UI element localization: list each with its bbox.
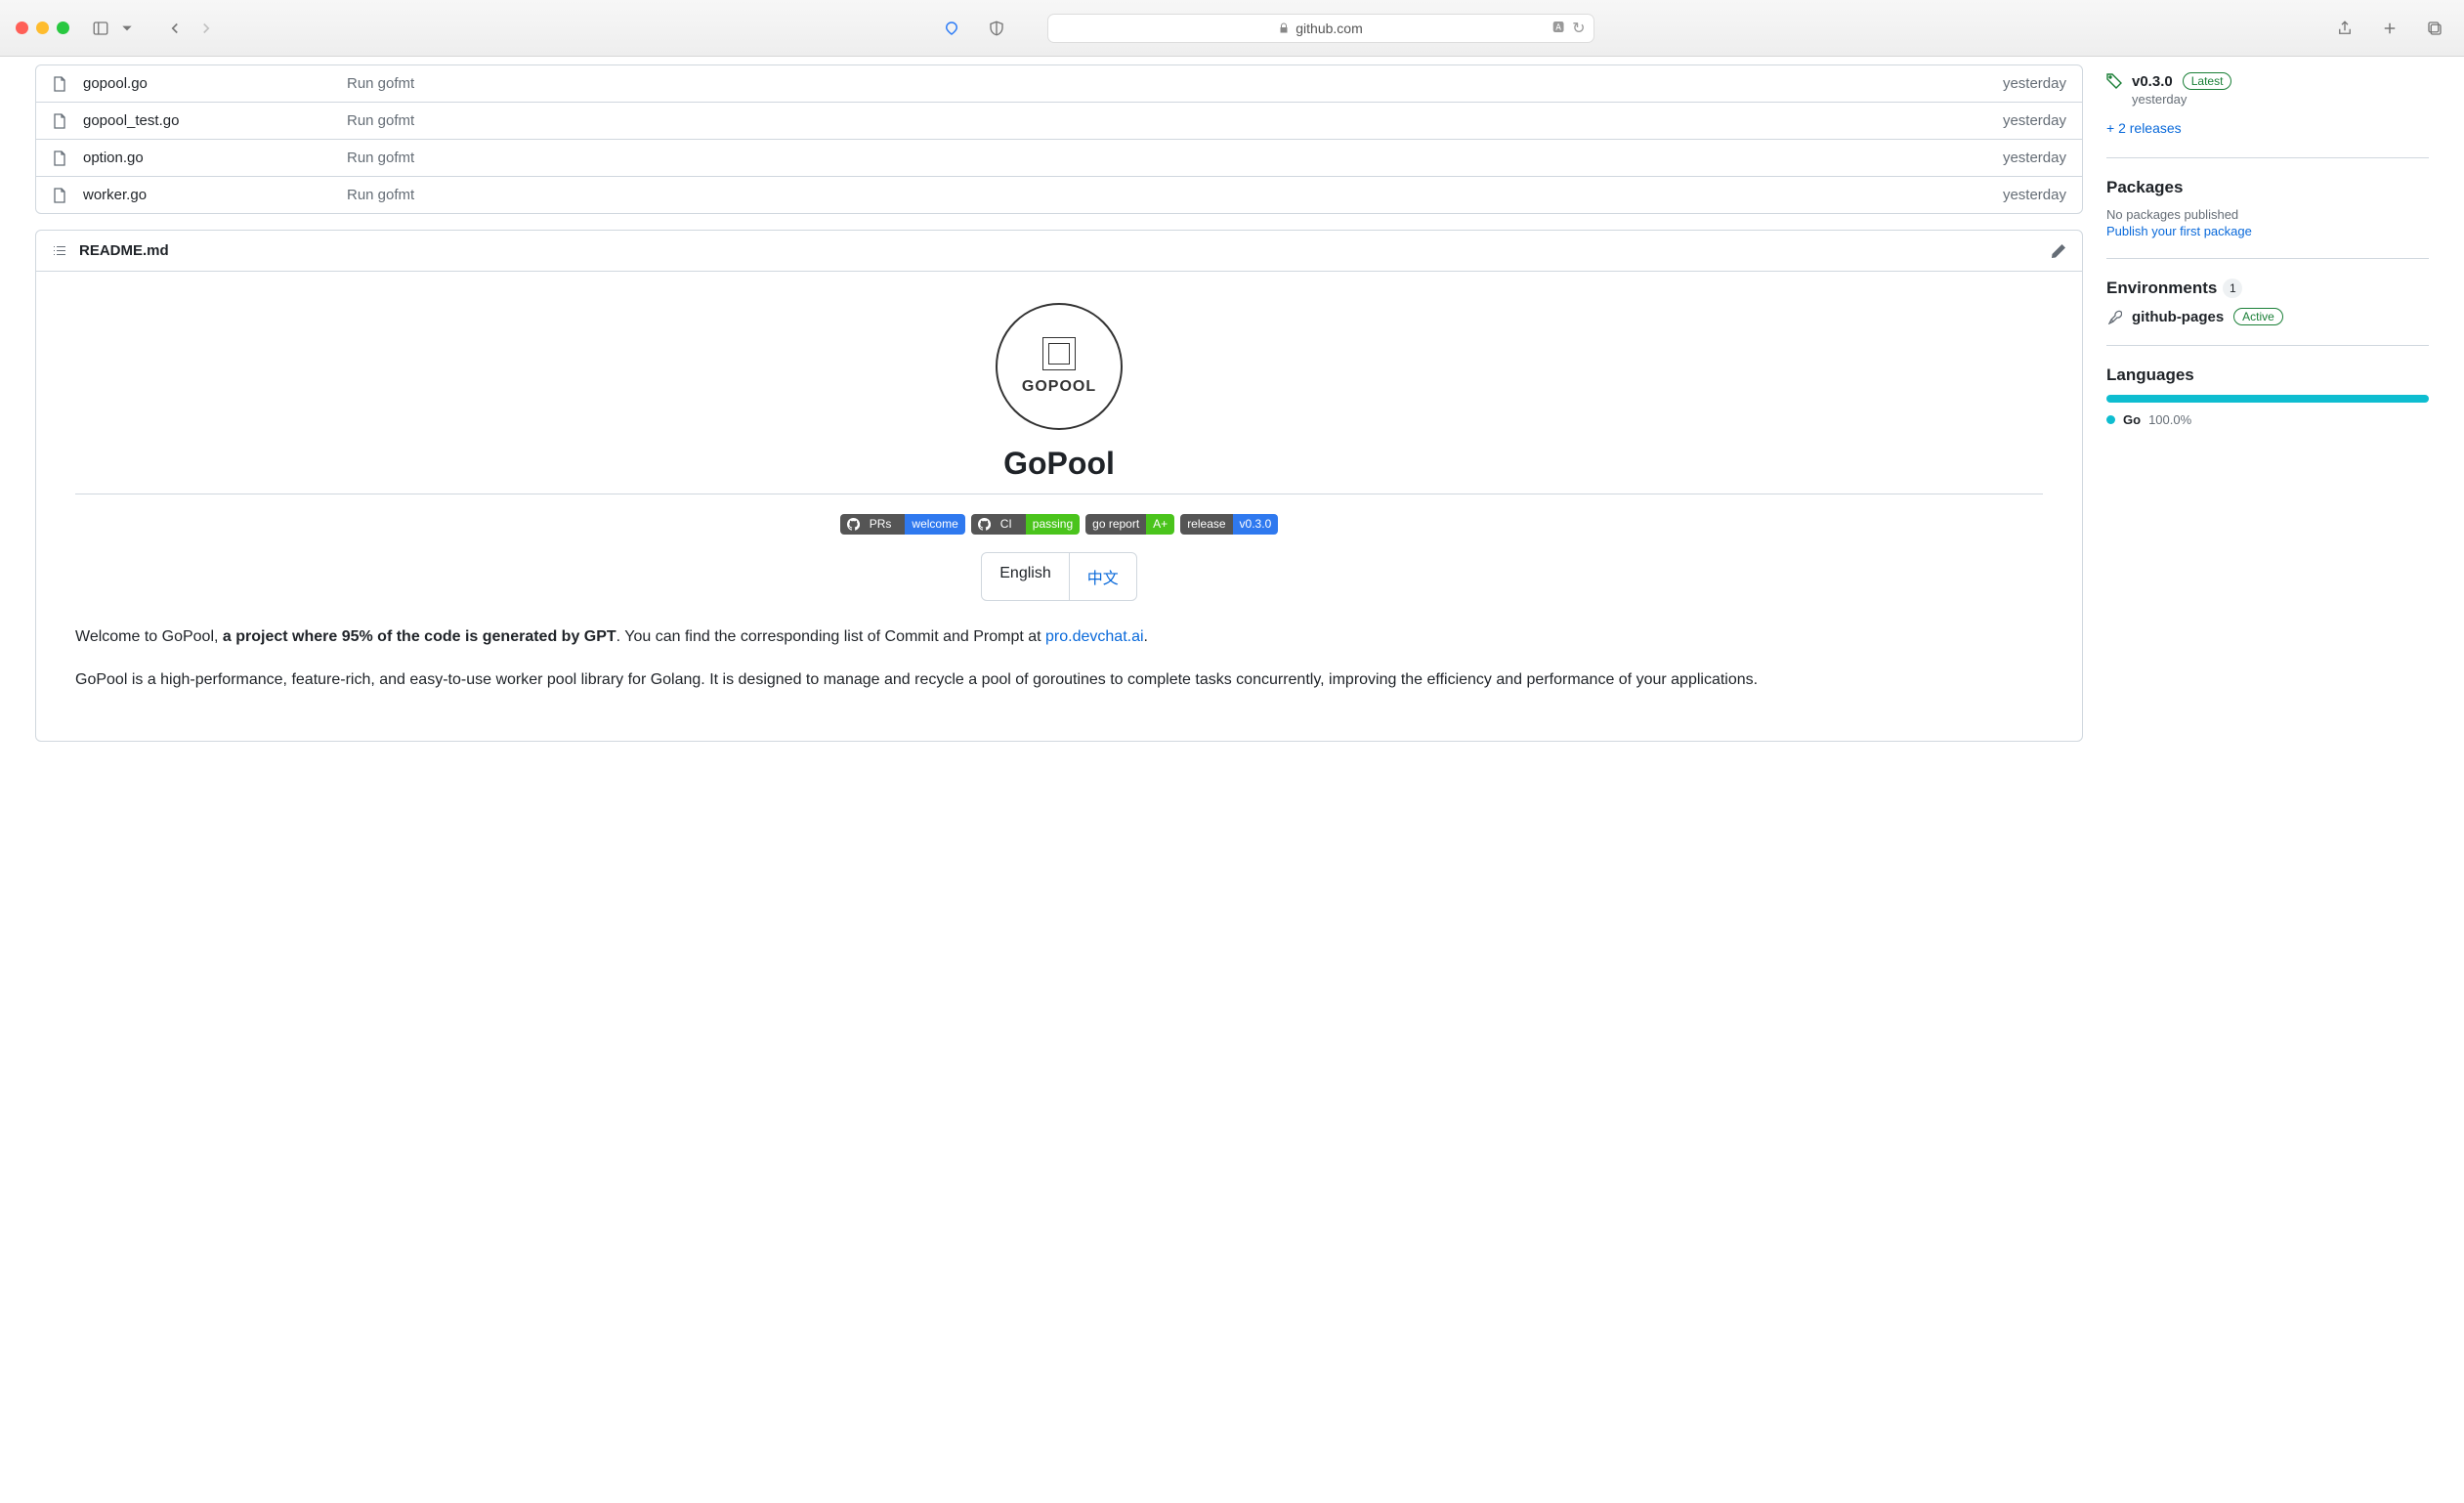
- readme-filename[interactable]: README.md: [79, 242, 169, 259]
- new-tab-button[interactable]: [2376, 15, 2403, 42]
- url-text: github.com: [1296, 21, 1362, 36]
- file-date: yesterday: [2003, 75, 2066, 92]
- share-button[interactable]: [2331, 15, 2358, 42]
- environments-heading[interactable]: Environments 1: [2106, 279, 2429, 298]
- close-window-button[interactable]: [16, 21, 28, 34]
- lang-english[interactable]: English: [982, 553, 1068, 600]
- file-date: yesterday: [2003, 187, 2066, 203]
- readme-description: GoPool is a high-performance, feature-ri…: [75, 667, 2043, 693]
- file-row[interactable]: worker.go Run gofmt yesterday: [36, 176, 2082, 213]
- file-icon: [52, 113, 67, 129]
- packages-section: Packages No packages published Publish y…: [2106, 178, 2429, 259]
- file-row[interactable]: gopool.go Run gofmt yesterday: [36, 65, 2082, 102]
- sidebar-toggle-button[interactable]: [87, 15, 114, 42]
- file-commit-message[interactable]: Run gofmt: [347, 150, 2003, 166]
- sidebar-dropdown-button[interactable]: [120, 15, 134, 42]
- environment-status: Active: [2233, 308, 2283, 325]
- languages-bar: [2106, 395, 2429, 403]
- file-commit-message[interactable]: Run gofmt: [347, 112, 2003, 129]
- environments-section: Environments 1 github-pages Active: [2106, 279, 2429, 346]
- more-releases-link[interactable]: + 2 releases: [2106, 120, 2182, 136]
- file-list: gopool.go Run gofmt yesterday gopool_tes…: [35, 64, 2083, 214]
- file-name[interactable]: gopool.go: [83, 75, 347, 92]
- back-button[interactable]: [161, 15, 189, 42]
- edit-readme-button[interactable]: [2051, 243, 2066, 259]
- readme-box: README.md GOPOOL GoPool PRs welcome: [35, 230, 2083, 742]
- lang-chinese[interactable]: 中文: [1069, 553, 1136, 600]
- readme-header: README.md: [36, 231, 2082, 272]
- extension-icon[interactable]: [938, 15, 965, 42]
- devchat-link[interactable]: pro.devchat.ai: [1045, 628, 1144, 645]
- release-version: v0.3.0: [2132, 73, 2173, 90]
- file-icon: [52, 150, 67, 166]
- readme-title: GoPool: [75, 446, 2043, 494]
- file-name[interactable]: option.go: [83, 150, 347, 166]
- environment-name: github-pages: [2132, 309, 2224, 325]
- release-date: yesterday: [2132, 92, 2429, 107]
- languages-heading: Languages: [2106, 365, 2429, 385]
- readme-intro: Welcome to GoPool, a project where 95% o…: [75, 624, 2043, 650]
- file-row[interactable]: option.go Run gofmt yesterday: [36, 139, 2082, 176]
- repo-sidebar: v0.3.0 Latest yesterday + 2 releases Pac…: [2106, 64, 2429, 742]
- badges-row: PRs welcome CI passing go report A+ rele…: [75, 514, 2043, 535]
- file-date: yesterday: [2003, 112, 2066, 129]
- shield-icon[interactable]: [983, 15, 1010, 42]
- maximize-window-button[interactable]: [57, 21, 69, 34]
- badge-prs[interactable]: PRs welcome: [840, 514, 965, 535]
- rocket-icon: [2106, 309, 2122, 324]
- badge-ci[interactable]: CI passing: [971, 514, 1080, 535]
- tabs-overview-button[interactable]: [2421, 15, 2448, 42]
- address-bar[interactable]: github.com 🅰 ↻: [1047, 14, 1594, 43]
- packages-heading[interactable]: Packages: [2106, 178, 2429, 197]
- file-date: yesterday: [2003, 150, 2066, 166]
- badge-goreport[interactable]: go report A+: [1085, 514, 1174, 535]
- badge-release[interactable]: release v0.3.0: [1180, 514, 1278, 535]
- translate-icon[interactable]: 🅰: [1552, 19, 1564, 38]
- forward-button[interactable]: [192, 15, 220, 42]
- language-dot-icon: [2106, 415, 2115, 424]
- file-name[interactable]: gopool_test.go: [83, 112, 347, 129]
- file-commit-message[interactable]: Run gofmt: [347, 75, 2003, 92]
- list-icon[interactable]: [52, 243, 67, 259]
- publish-package-link[interactable]: Publish your first package: [2106, 224, 2429, 238]
- releases-section: v0.3.0 Latest yesterday + 2 releases: [2106, 72, 2429, 158]
- environments-count: 1: [2223, 279, 2242, 298]
- window-controls: [16, 21, 69, 34]
- file-icon: [52, 76, 67, 92]
- latest-badge: Latest: [2183, 72, 2232, 90]
- packages-empty-text: No packages published: [2106, 207, 2429, 222]
- environment-item[interactable]: github-pages Active: [2106, 308, 2429, 325]
- project-logo: GOPOOL: [75, 303, 2043, 430]
- languages-section: Languages Go 100.0%: [2106, 365, 2429, 447]
- file-name[interactable]: worker.go: [83, 187, 347, 203]
- minimize-window-button[interactable]: [36, 21, 49, 34]
- browser-toolbar: github.com 🅰 ↻: [0, 0, 2464, 57]
- language-switch: English 中文: [75, 552, 2043, 601]
- file-row[interactable]: gopool_test.go Run gofmt yesterday: [36, 102, 2082, 139]
- file-commit-message[interactable]: Run gofmt: [347, 187, 2003, 203]
- file-icon: [52, 188, 67, 203]
- language-go[interactable]: Go 100.0%: [2106, 412, 2429, 427]
- latest-release[interactable]: v0.3.0 Latest: [2106, 72, 2429, 90]
- reload-icon[interactable]: ↻: [1572, 19, 1585, 38]
- tag-icon: [2106, 73, 2122, 89]
